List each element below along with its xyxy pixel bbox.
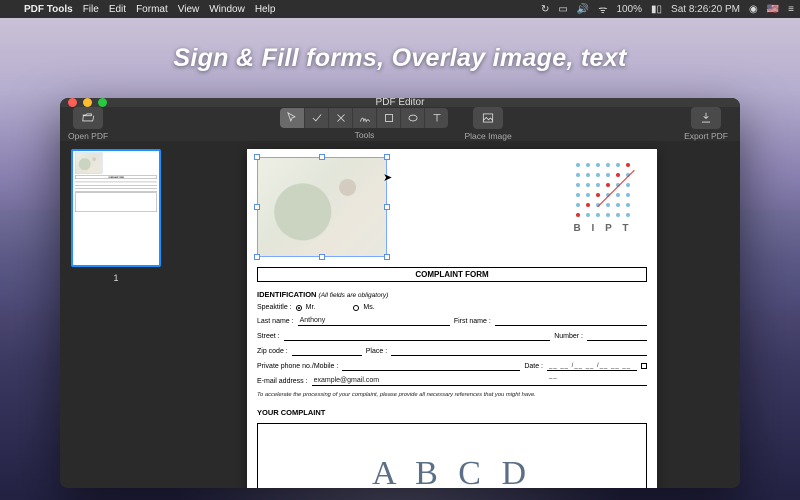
status-wifi-icon[interactable]: ᯤ xyxy=(598,2,607,16)
menubar-item-format[interactable]: Format xyxy=(136,4,168,15)
export-pdf-label: Export PDF xyxy=(684,131,728,141)
menubar-item-file[interactable]: File xyxy=(83,4,99,15)
ms-radio[interactable] xyxy=(353,305,359,311)
date-checkbox[interactable] xyxy=(641,363,647,369)
email-label: E-mail address : xyxy=(257,378,308,385)
menubar-item-help[interactable]: Help xyxy=(255,4,276,15)
date-label: Date : xyxy=(524,363,543,370)
overlay-image[interactable] xyxy=(257,157,387,257)
image-icon xyxy=(481,111,495,125)
desktop: PDF Tools File Edit Format View Window H… xyxy=(0,0,800,500)
tool-check-button[interactable] xyxy=(304,108,328,128)
date-field[interactable]: __ __ /__ __ /__ __ __ __ xyxy=(547,361,637,371)
resize-handle-bottom-right[interactable] xyxy=(384,254,390,260)
place-label: Place : xyxy=(366,348,387,355)
titlebar[interactable]: PDF Editor xyxy=(60,98,740,107)
firstname-label: First name : xyxy=(454,318,491,325)
ms-label: Ms. xyxy=(363,304,374,311)
tool-cross-button[interactable] xyxy=(328,108,352,128)
resize-handle-bottom-left[interactable] xyxy=(254,254,260,260)
place-image-button[interactable] xyxy=(473,107,503,129)
place-image-label: Place Image xyxy=(464,131,511,141)
status-battery-icon[interactable]: ▮▯ xyxy=(651,4,662,15)
phone-field[interactable] xyxy=(342,361,520,371)
status-sync-icon[interactable]: ↻ xyxy=(541,4,549,15)
tools-label: Tools xyxy=(355,130,375,140)
form-title: COMPLAINT FORM xyxy=(415,270,488,279)
speaktitle-label: Speaktitle : xyxy=(257,304,292,311)
open-pdf-button[interactable] xyxy=(73,107,103,129)
export-icon xyxy=(699,111,713,125)
email-field[interactable]: example@gmail.com xyxy=(312,376,647,386)
identification-heading: IDENTIFICATION (All fields are obligator… xyxy=(257,290,647,299)
pointer-icon xyxy=(285,111,299,125)
menubar-item-edit[interactable]: Edit xyxy=(109,4,126,15)
complaint-text-box[interactable]: A B C D xyxy=(257,423,647,488)
lastname-field[interactable]: Anthony xyxy=(298,316,450,326)
status-volume-icon[interactable]: 🔊 xyxy=(577,4,589,15)
phone-label: Private phone no./Mobile : xyxy=(257,363,338,370)
cursor-icon: ➤ xyxy=(383,171,392,184)
tool-pointer-button[interactable] xyxy=(280,108,304,128)
bipt-logo: B I P T xyxy=(561,161,645,234)
firstname-field[interactable] xyxy=(495,316,647,326)
marketing-headline: Sign & Fill forms, Overlay image, text xyxy=(0,44,800,73)
tool-oval-button[interactable] xyxy=(400,108,424,128)
text-icon xyxy=(430,111,444,125)
folder-open-icon xyxy=(81,111,95,125)
thumbnail-label: 1 xyxy=(113,273,118,283)
resize-handle-top-left[interactable] xyxy=(254,154,260,160)
zip-label: Zip code : xyxy=(257,348,288,355)
open-pdf-label: Open PDF xyxy=(68,131,108,141)
status-user-icon[interactable]: ◉ xyxy=(749,4,758,15)
resize-handle-mid-left[interactable] xyxy=(254,204,260,210)
street-label: Street : xyxy=(257,333,280,340)
tool-rect-button[interactable] xyxy=(376,108,400,128)
number-field[interactable] xyxy=(587,331,647,341)
signature-icon xyxy=(358,111,372,125)
mac-menubar: PDF Tools File Edit Format View Window H… xyxy=(0,0,800,18)
tool-signature-button[interactable] xyxy=(352,108,376,128)
zip-field[interactable] xyxy=(292,346,362,356)
tools-segment xyxy=(280,108,448,128)
mr-radio[interactable] xyxy=(296,305,302,311)
status-battery[interactable]: 100% xyxy=(616,4,642,15)
x-icon xyxy=(334,111,348,125)
street-field[interactable] xyxy=(284,331,551,341)
form-title-box: COMPLAINT FORM xyxy=(257,267,647,282)
window-title: PDF Editor xyxy=(60,98,740,108)
place-field[interactable] xyxy=(391,346,647,356)
status-display-icon[interactable]: ▭ xyxy=(558,4,567,15)
bipt-logo-text: B I P T xyxy=(574,223,633,234)
resize-handle-top-mid[interactable] xyxy=(319,154,325,160)
check-icon xyxy=(310,111,324,125)
thumbnail-sidebar: COMPLAINT FORM 1 xyxy=(60,141,172,488)
pdf-page[interactable]: ➤ B xyxy=(247,149,657,488)
page-thumbnail-1[interactable]: COMPLAINT FORM xyxy=(71,149,161,267)
oval-icon xyxy=(406,111,420,125)
number-label: Number : xyxy=(554,333,583,340)
resize-handle-bottom-mid[interactable] xyxy=(319,254,325,260)
menubar-item-window[interactable]: Window xyxy=(209,4,245,15)
status-flag-icon[interactable]: 🇺🇸 xyxy=(767,4,779,15)
resize-handle-mid-right[interactable] xyxy=(384,204,390,210)
status-menu-icon[interactable]: ≡ xyxy=(788,4,794,15)
lastname-label: Last name : xyxy=(257,318,294,325)
status-clock[interactable]: Sat 8:26:20 PM xyxy=(671,4,740,15)
pdf-editor-window: PDF Editor Open PDF xyxy=(60,98,740,488)
tool-text-button[interactable] xyxy=(424,108,448,128)
page-canvas[interactable]: ➤ B xyxy=(172,141,740,488)
menubar-app-name[interactable]: PDF Tools xyxy=(24,4,73,15)
export-pdf-button[interactable] xyxy=(691,107,721,129)
resize-handle-top-right[interactable] xyxy=(384,154,390,160)
your-complaint-heading: YOUR COMPLAINT xyxy=(257,408,647,417)
mr-label: Mr. xyxy=(306,304,316,311)
menubar-item-view[interactable]: View xyxy=(178,4,200,15)
toolbar: Open PDF xyxy=(60,107,740,141)
accel-note: To accelerate the processing of your com… xyxy=(257,392,647,398)
handwriting-sample: A B C D xyxy=(372,455,532,488)
rect-icon xyxy=(382,111,396,125)
